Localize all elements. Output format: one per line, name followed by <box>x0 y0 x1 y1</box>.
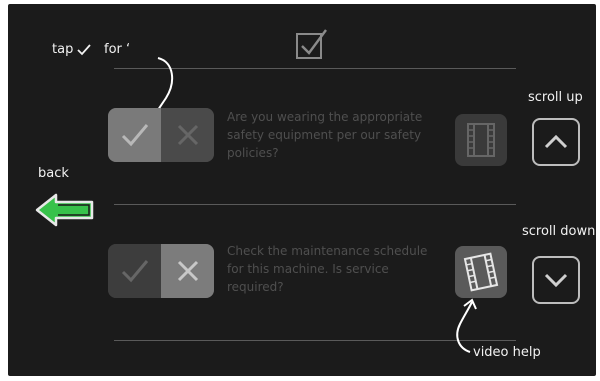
chevron-down-icon <box>544 273 568 288</box>
question-text: Are you wearing the appropriate safety e… <box>227 110 423 160</box>
divider <box>114 204 516 205</box>
check-button[interactable] <box>108 244 161 298</box>
for-annotation: for ‘ <box>104 42 131 57</box>
x-button[interactable] <box>161 108 214 162</box>
video-help-button[interactable] <box>455 246 507 298</box>
film-icon <box>467 123 495 157</box>
checkbox-checked-icon <box>294 26 330 62</box>
answer-toggle-1 <box>108 108 214 162</box>
scroll-down-button[interactable] <box>532 256 580 304</box>
chevron-up-icon <box>544 134 568 149</box>
answer-toggle-2 <box>108 244 214 298</box>
scroll-down-annotation: scroll down <box>522 224 596 239</box>
annotation-check-icon <box>77 43 92 56</box>
video-help-button[interactable] <box>455 114 507 166</box>
frame: tap for ‘ Are you wearing the appropriat… <box>0 0 600 381</box>
check-button[interactable] <box>108 108 161 162</box>
checklist-screen: tap for ‘ Are you wearing the appropriat… <box>8 4 596 376</box>
back-button[interactable] <box>34 192 96 228</box>
question-text: Check the maintenance schedule for this … <box>227 244 428 294</box>
tap-annotation: tap <box>52 42 92 57</box>
video-help-annotation: video help <box>473 345 541 360</box>
scroll-up-annotation: scroll up <box>528 90 583 105</box>
x-button[interactable] <box>161 244 214 298</box>
back-annotation: back <box>38 166 69 181</box>
scroll-up-button[interactable] <box>532 118 580 166</box>
arrow-left-icon <box>35 193 94 227</box>
film-icon <box>463 252 499 292</box>
tap-label: tap <box>52 42 74 57</box>
